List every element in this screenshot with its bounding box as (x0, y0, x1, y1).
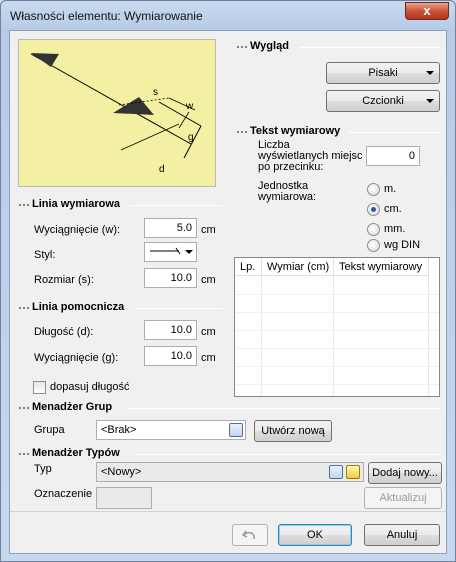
aux-extension-input[interactable]: 10.0 (144, 346, 197, 366)
line-style-preview-icon (150, 247, 181, 255)
mark-field[interactable] (96, 487, 152, 509)
type-label: Typ (34, 463, 52, 475)
column-header-lp[interactable]: Lp. (235, 258, 262, 276)
chevron-down-icon (426, 99, 434, 103)
style-label: Styl: (34, 249, 56, 261)
group-marker (236, 43, 248, 51)
decimals-input[interactable]: 0 (366, 146, 420, 166)
fonts-dropdown-button[interactable]: Czcionki (326, 90, 440, 112)
size-label: Rozmiar (s): (34, 274, 94, 286)
dialog-client: s w g d Wygląd Pisaki Czcionki Tekst wym… (9, 30, 447, 554)
divider (130, 205, 222, 206)
aux-length-unit: cm (201, 326, 216, 338)
dim-line-heading: Linia wymiarowa (32, 198, 124, 210)
arrow-head-middle-icon (113, 97, 154, 115)
fit-length-label: dopasuj długość (50, 381, 130, 393)
type-select[interactable]: <Nowy> (96, 462, 364, 482)
group-marker (18, 201, 30, 209)
update-button[interactable]: Aktualizuj (364, 487, 442, 509)
dimension-preview: s w g d (18, 39, 216, 187)
aux-length-label: Długość (d): (34, 326, 94, 338)
size-unit: cm (201, 274, 216, 286)
preview-label-d: d (159, 164, 165, 175)
divider (348, 132, 440, 133)
unit-radio-din-label: wg DIN (384, 239, 421, 251)
divider (128, 408, 440, 409)
close-button[interactable]: x (405, 2, 449, 20)
group-marker (18, 450, 30, 458)
group-marker (18, 304, 30, 312)
unit-radio-m[interactable] (367, 183, 380, 196)
unit-radio-mm-label: mm. (384, 223, 406, 235)
chevron-down-icon (426, 71, 434, 75)
divider (136, 454, 440, 455)
aux-length-input[interactable]: 10.0 (144, 320, 197, 340)
unit-radio-cm-label: cm. (384, 203, 402, 215)
dimension-table[interactable]: Lp. Wymiar (cm) Tekst wymiarowy (234, 257, 440, 397)
aux-line-heading: Linia pomocnicza (32, 301, 128, 313)
aux-extension-label: Wyciągnięcie (g): (34, 352, 119, 364)
unit-radio-mm[interactable] (367, 223, 380, 236)
row-divider (235, 330, 439, 331)
type-marker-icon[interactable] (346, 465, 360, 479)
aux-extension-unit: cm (201, 352, 216, 364)
group-value: <Brak> (101, 424, 137, 436)
chevron-down-icon (185, 250, 193, 254)
dim-text-heading: Tekst wymiarowy (250, 125, 344, 137)
pens-label: Pisaki (368, 67, 398, 79)
column-header-dimension[interactable]: Wymiar (cm) (262, 258, 334, 276)
line-style-dropdown[interactable] (144, 242, 197, 262)
group-marker (236, 128, 248, 136)
unit-label-2: wymiarowa: (258, 191, 317, 203)
dim-extension-input[interactable]: 5.0 (144, 218, 197, 238)
row-divider (235, 384, 439, 385)
mark-label: Oznaczenie (34, 488, 93, 500)
divider (136, 308, 222, 309)
ok-button[interactable]: OK (278, 524, 352, 546)
unit-radio-din[interactable] (367, 239, 380, 252)
undo-button[interactable] (232, 524, 268, 546)
group-picker-icon[interactable] (229, 423, 243, 437)
type-picker-icon[interactable] (329, 465, 343, 479)
column-header-text[interactable]: Tekst wymiarowy (334, 258, 429, 276)
type-manager-heading: Menadżer Typów (32, 447, 123, 459)
group-select[interactable]: <Brak> (96, 420, 246, 440)
title-bar: Własności elementu: Wymiarowanie x (1, 1, 455, 29)
divider (300, 47, 440, 48)
row-divider (235, 312, 439, 313)
fonts-label: Czcionki (362, 95, 404, 107)
row-divider (235, 294, 439, 295)
dim-extension-unit: cm (201, 224, 216, 236)
preview-label-w: w (185, 101, 194, 112)
unit-radio-m-label: m. (384, 183, 397, 195)
appearance-heading: Wygląd (250, 40, 292, 52)
add-type-button[interactable]: Dodaj nowy... (368, 462, 442, 484)
pens-dropdown-button[interactable]: Pisaki (326, 62, 440, 84)
row-divider (235, 348, 439, 349)
dimension-preview-graphic: s w g d (30, 53, 202, 175)
window-title: Własności elementu: Wymiarowanie (10, 9, 203, 23)
type-value: <Nowy> (101, 466, 142, 478)
decimals-label-3: po przecinku: (258, 161, 324, 173)
cancel-button[interactable]: Anuluj (364, 524, 440, 546)
preview-label-s: s (153, 87, 158, 98)
group-manager-heading: Menadżer Grup (32, 401, 116, 413)
group-label: Grupa (34, 424, 65, 436)
footer-divider (10, 511, 446, 512)
create-group-button[interactable]: Utwórz nową (254, 420, 332, 442)
unit-radio-cm[interactable] (367, 203, 380, 216)
dialog-window: Własności elementu: Wymiarowanie x s w g… (0, 0, 456, 562)
group-marker (18, 404, 30, 412)
size-input[interactable]: 10.0 (144, 268, 197, 288)
row-divider (235, 366, 439, 367)
preview-label-g: g (188, 132, 194, 143)
fit-length-checkbox[interactable] (33, 381, 46, 394)
arrow-head-top-icon (31, 53, 59, 67)
dim-extension-label: Wyciągnięcie (w): (34, 224, 121, 236)
undo-icon (241, 530, 255, 540)
